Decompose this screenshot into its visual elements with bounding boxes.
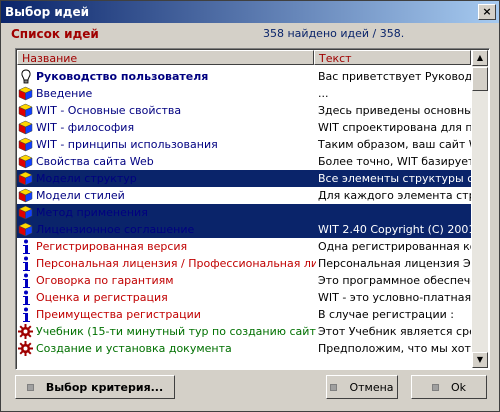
gear-icon — [17, 340, 34, 357]
gear-icon — [17, 323, 34, 340]
cancel-button[interactable]: Отмена — [326, 375, 398, 399]
list-item-name: Руководство пользователя — [36, 70, 209, 83]
button-indicator-icon — [330, 383, 338, 391]
scroll-up-button[interactable]: ▲ — [472, 50, 488, 66]
list-item-text: Этот Учебник является средс — [318, 325, 471, 338]
close-button[interactable]: × — [478, 4, 496, 20]
list-item-text: Одна регистрированная копи — [318, 240, 471, 253]
list-rows: Руководство пользователя Вас приветствует… — [17, 68, 471, 357]
list-item-name: WIT - принципы использования — [36, 138, 218, 151]
list-item-name: Преимущества регистрации — [36, 308, 201, 321]
list-item-text: WIT - это условно-платная пр — [318, 291, 471, 304]
list-item-name: Регистрированная версия — [36, 240, 188, 253]
list-item[interactable]: WIT - принципы использования Таким образо… — [17, 136, 471, 153]
list-item-name: Оценка и регистрация — [36, 291, 168, 304]
cube-icon — [17, 85, 34, 102]
info-icon — [17, 272, 34, 289]
list-title: Список идей — [11, 27, 99, 41]
list-item[interactable]: Модели структур Все элементы структуры са… — [17, 170, 471, 187]
list-item-text: Все элементы структуры сайт — [318, 172, 471, 185]
list-item-name: Метод применения — [36, 206, 148, 219]
ideas-list[interactable]: Название Текст Руководство пользователя В… — [15, 48, 490, 370]
found-count: 358 найдено идей / 358. — [263, 27, 405, 40]
cube-icon — [17, 102, 34, 119]
scroll-thumb[interactable] — [472, 67, 488, 91]
list-item[interactable]: Преимущества регистрации В случае регистр… — [17, 306, 471, 323]
list-item-name: Создание и установка документа — [36, 342, 232, 355]
list-item-text: ... — [318, 87, 329, 100]
list-item-text: В случае регистрации : — [318, 308, 454, 321]
list-item[interactable]: WIT - Основные свойства Здесь приведены о… — [17, 102, 471, 119]
list-item[interactable]: Оговорка по гарантиям Это программное обе… — [17, 272, 471, 289]
title-bar[interactable]: Выбор идей × — [1, 1, 499, 23]
cube-icon — [17, 170, 34, 187]
info-icon — [17, 289, 34, 306]
cube-icon — [17, 204, 34, 221]
list-item-name: WIT - Основные свойства — [36, 104, 182, 117]
button-indicator-icon — [26, 383, 34, 391]
list-item-name: Модели стилей — [36, 189, 125, 202]
list-item[interactable]: Персональная лицензия / Профессиональная… — [17, 255, 471, 272]
list-item-name: Персональная лицензия / Профессиональная… — [36, 257, 316, 270]
column-header-name[interactable]: Название — [17, 50, 314, 65]
list-item-name: Модели структур — [36, 172, 137, 185]
list-item-text: Это программное обеспечен — [318, 274, 471, 287]
info-icon — [17, 255, 34, 272]
list-item-name: Свойства сайта Web — [36, 155, 154, 168]
criteria-button-label: Выбор критерия... — [45, 380, 164, 394]
list-item[interactable]: Регистрированная версия Одна регистрирова… — [17, 238, 471, 255]
list-item-text: WIT спроектирована для про — [318, 121, 471, 134]
list-item[interactable]: Метод применения — [17, 204, 471, 221]
cube-icon — [17, 187, 34, 204]
cube-icon — [17, 153, 34, 170]
list-item-text: Вас приветствует Руководство — [318, 70, 471, 83]
cube-icon — [17, 221, 34, 238]
list-header: Список идей 358 найдено идей / 358. — [11, 27, 489, 43]
dialog-window: Выбор идей × Список идей 358 найдено иде… — [0, 0, 500, 412]
list-item[interactable]: Учебник (15-ти минутный тур по созданию … — [17, 323, 471, 340]
list-item-text: WIT 2.40 Copyright (C) 2001-2 — [318, 223, 471, 236]
scroll-down-button[interactable]: ▼ — [472, 352, 488, 368]
list-item[interactable]: Введение... — [17, 85, 471, 102]
list-item-name: Введение — [36, 87, 93, 100]
list-item-text: Для каждого элемента струк — [318, 189, 471, 202]
info-icon — [17, 306, 34, 323]
list-item[interactable]: Создание и установка документа Предположи… — [17, 340, 471, 357]
column-header-text[interactable]: Текст — [314, 50, 471, 65]
info-icon — [17, 238, 34, 255]
criteria-button[interactable]: Выбор критерия... — [15, 375, 175, 399]
list-item[interactable]: Свойства сайта Web Более точно, WIT базир… — [17, 153, 471, 170]
list-item-text: Более точно, WIT базируется — [318, 155, 471, 168]
list-item-text: Здесь приведены основные с — [318, 104, 471, 117]
cancel-button-label: Отмена — [349, 380, 394, 394]
list-item[interactable]: Руководство пользователя Вас приветствует… — [17, 68, 471, 85]
window-title: Выбор идей — [5, 5, 90, 19]
ok-button-label: Ok — [450, 380, 467, 394]
list-item-text: Предположим, что мы хотим с — [318, 342, 471, 355]
list-item-name: WIT - философия — [36, 121, 135, 134]
list-item[interactable]: WIT - философия WIT спроектирована для пр… — [17, 119, 471, 136]
ok-button[interactable]: Ok — [411, 375, 487, 399]
list-item-name: Оговорка по гарантиям — [36, 274, 174, 287]
list-item-text: Таким образом, ваш сайт Web — [318, 138, 471, 151]
column-headers: Название Текст — [17, 50, 471, 66]
list-item[interactable]: Оценка и регистрация WIT - это условно-пл… — [17, 289, 471, 306]
list-item[interactable]: Лицензионное соглашение WIT 2.40 Copyrigh… — [17, 221, 471, 238]
list-item-text: Персональная лицензия Эта — [318, 257, 471, 270]
vertical-scrollbar[interactable]: ▲ ▼ — [472, 50, 488, 368]
list-item[interactable]: Модели стилей Для каждого элемента струк — [17, 187, 471, 204]
cube-icon — [17, 136, 34, 153]
button-indicator-icon — [431, 383, 439, 391]
list-item-name: Лицензионное соглашение — [36, 223, 195, 236]
list-item-name: Учебник (15-ти минутный тур по созданию … — [36, 325, 316, 338]
lightbulb-icon — [17, 68, 34, 85]
cube-icon — [17, 119, 34, 136]
